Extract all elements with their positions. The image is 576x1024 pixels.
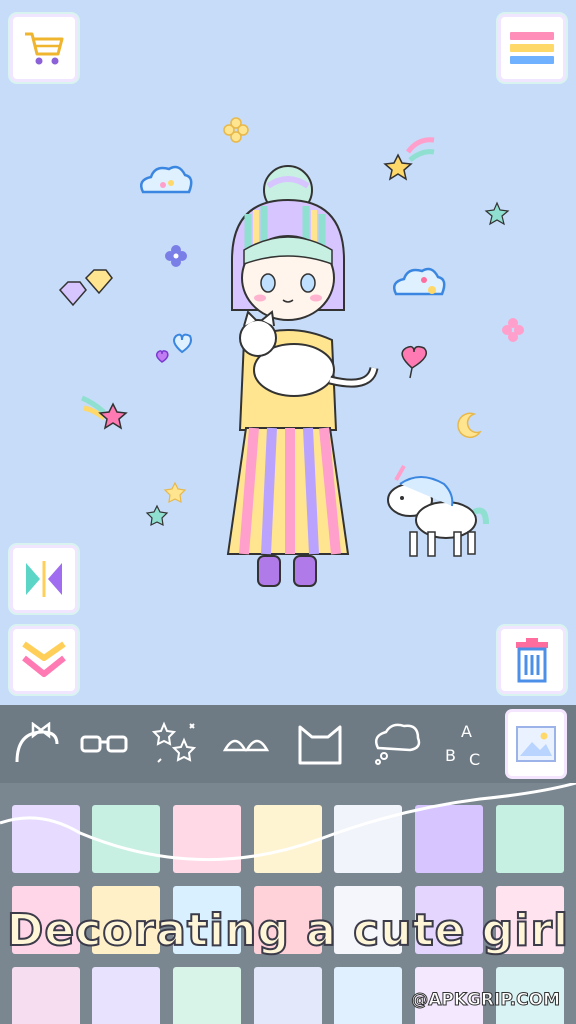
svg-text:C: C — [469, 750, 480, 769]
color-swatch[interactable] — [173, 967, 241, 1024]
star-sticker[interactable] — [484, 201, 510, 226]
svg-text:A: A — [461, 722, 472, 741]
tab-stickers[interactable] — [148, 712, 204, 776]
svg-text:B: B — [445, 746, 456, 765]
tab-headband[interactable] — [8, 712, 64, 776]
gem-sticker[interactable] — [58, 281, 87, 307]
color-swatch[interactable] — [12, 967, 80, 1024]
color-swatch[interactable] — [92, 967, 160, 1024]
doll-scene — [58, 117, 524, 587]
cloud-sticker[interactable] — [393, 267, 446, 296]
promo-caption: Decorating a cute girl — [6, 904, 570, 957]
shooting-star-sticker[interactable] — [383, 137, 435, 181]
cloud-sticker[interactable] — [140, 165, 193, 194]
flower-sticker[interactable] — [502, 318, 524, 342]
gem-sticker[interactable] — [84, 269, 113, 295]
shooting-star-sticker[interactable] — [81, 395, 128, 430]
moon-sticker[interactable] — [457, 412, 482, 439]
glasses-icon — [80, 735, 128, 753]
color-swatch[interactable] — [254, 967, 322, 1024]
star-sticker[interactable] — [145, 504, 169, 527]
heart-sticker[interactable] — [173, 333, 192, 354]
sparkle-stars-icon — [151, 721, 197, 763]
thought-cloud-icon — [375, 723, 421, 765]
tab-background[interactable] — [508, 712, 564, 776]
headband-icon — [15, 722, 59, 763]
color-swatch[interactable] — [334, 967, 402, 1024]
tab-animal-ears[interactable] — [290, 712, 350, 776]
unicorn-sticker[interactable] — [387, 465, 489, 557]
doll-canvas[interactable] — [0, 0, 576, 705]
flower-sticker[interactable] — [223, 117, 249, 143]
hair-clips-icon — [222, 739, 270, 752]
panel-curve-overlay — [0, 783, 576, 862]
abc-letters-icon: A B C — [445, 722, 480, 769]
picture-frame-icon — [516, 726, 556, 762]
cat-head-icon — [298, 725, 342, 765]
doll-character[interactable] — [226, 165, 379, 587]
tab-speech-bubbles[interactable] — [366, 712, 426, 776]
flower-sticker[interactable] — [165, 245, 187, 267]
background-swatch-panel — [0, 783, 576, 1024]
tab-hair-clips[interactable] — [218, 712, 274, 776]
tab-text[interactable]: A B C — [436, 712, 492, 776]
melting-heart-sticker[interactable] — [401, 345, 427, 379]
heart-sticker[interactable] — [155, 350, 169, 363]
category-toolbar: A B C — [0, 705, 576, 783]
star-sticker[interactable] — [163, 481, 187, 504]
tab-glasses[interactable] — [76, 712, 132, 776]
watermark-text: @APKGRIP.COM — [411, 990, 561, 1011]
